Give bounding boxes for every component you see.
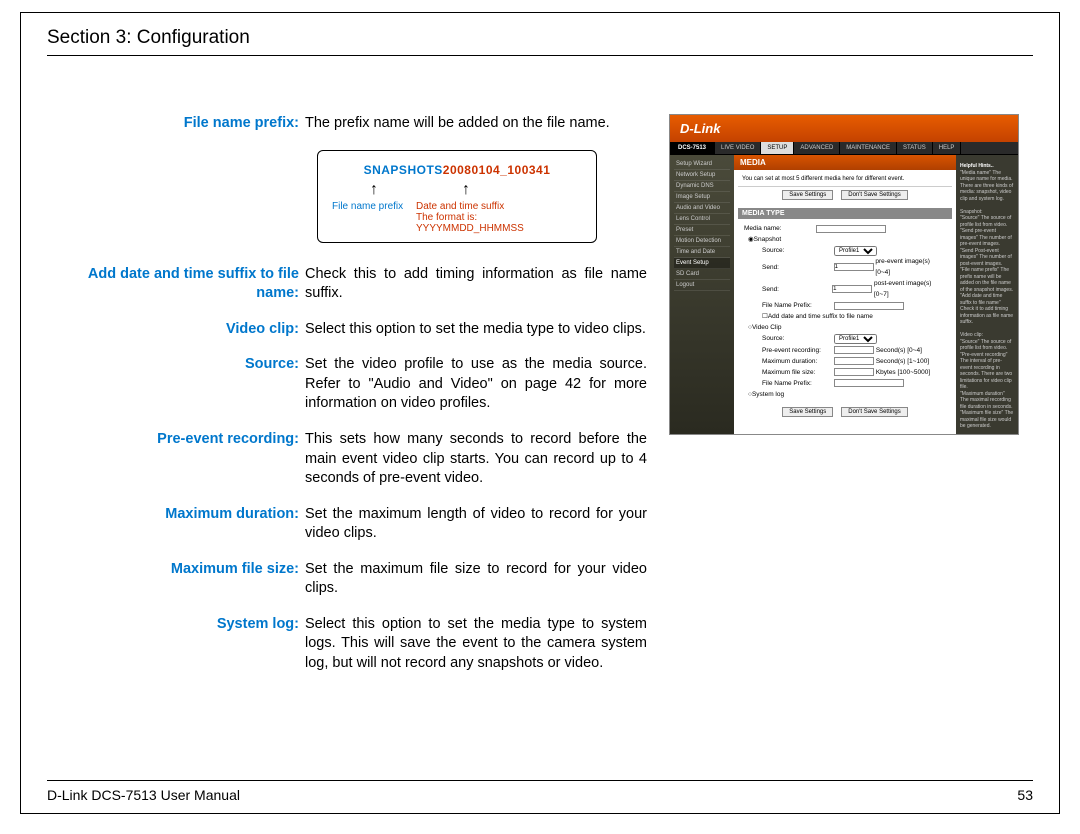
definitions-column: File name prefix: The prefix name will b… — [47, 114, 647, 690]
mock-maxdur-input — [834, 357, 874, 365]
mock-send-pre-hint: pre-event image(s) [0~4] — [875, 256, 946, 278]
mock-side-item: Lens Control — [674, 214, 730, 225]
diagram-suffix-label: Date and time suffix — [416, 201, 582, 212]
mock-media-name-input — [816, 225, 886, 233]
term-max-filesize: Maximum file size: — [47, 560, 305, 599]
mock-maxdur-hint: Second(s) [1~100] — [876, 356, 929, 367]
mock-media-name-label: Media name: — [744, 223, 816, 234]
mock-tab: STATUS — [897, 142, 933, 154]
footer-left: D-Link DCS-7513 User Manual — [47, 787, 240, 803]
mock-prefix-label: File Name Prefix: — [762, 300, 834, 311]
mock-hints-panel: Helpful Hints.. "Media name" The unique … — [956, 155, 1018, 434]
mock-source2-select: Profile1 — [834, 334, 877, 344]
desc-file-name-prefix: The prefix name will be added on the fil… — [305, 114, 647, 134]
mock-save-button: Save Settings — [782, 190, 833, 200]
mock-side-item: Logout — [674, 280, 730, 291]
diagram-datetime-text: 20080104_100341 — [443, 163, 551, 177]
mock-source-label: Source: — [762, 245, 834, 256]
mock-source2-label: Source: — [762, 333, 834, 344]
mock-tab-active: SETUP — [761, 142, 794, 154]
mock-prefix2-label: File Name Prefix: — [762, 378, 834, 389]
diagram-format-label: The format is: YYYYMMDD_HHMMSS — [332, 212, 582, 234]
mock-save-button2: Save Settings — [782, 407, 833, 417]
mock-brand: D-Link — [670, 115, 1018, 142]
mock-maxfs-label: Maximum file size: — [762, 367, 834, 378]
footer-page-number: 53 — [1017, 787, 1033, 803]
mock-send-post-label: Send: — [762, 284, 832, 295]
term-source: Source: — [47, 355, 305, 414]
mock-send-pre-label: Send: — [762, 262, 834, 273]
mock-side-item: Network Setup — [674, 170, 730, 181]
mock-prefix2-input — [834, 379, 904, 387]
mock-tab: ADVANCED — [794, 142, 840, 154]
mock-side-item: Image Setup — [674, 192, 730, 203]
diagram-prefix-label: File name prefix — [332, 201, 416, 212]
filename-diagram: SNAPSHOTS20080104_100341 ↑↑ File name pr… — [317, 150, 597, 243]
mock-maxdur-label: Maximum duration: — [762, 356, 834, 367]
mock-hints-body: "Media name" The unique name for media. … — [960, 170, 1014, 430]
mock-side-item-selected: Event Setup — [674, 258, 730, 269]
term-video-clip: Video clip: — [47, 320, 305, 340]
mock-maxfs-input — [834, 368, 874, 376]
mock-prerec-label: Pre-event recording: — [762, 345, 834, 356]
mock-send-post-input — [832, 285, 872, 293]
desc-video-clip: Select this option to set the media type… — [305, 320, 647, 340]
desc-system-log: Select this option to set the media type… — [305, 615, 647, 674]
diagram-prefix-text: SNAPSHOTS — [364, 163, 443, 177]
screenshot-mock: D-Link DCS-7513 LIVE VIDEO SETUP ADVANCE… — [669, 114, 1019, 435]
term-add-datetime: Add date and time suffix to file name: — [47, 265, 305, 304]
mock-product: DCS-7513 — [670, 142, 715, 154]
mock-dont-save-button: Don't Save Settings — [841, 190, 908, 200]
mock-side-item: Motion Detection — [674, 236, 730, 247]
mock-side-item: Time and Date — [674, 247, 730, 258]
mock-send-post-hint: post-event image(s) [0~7] — [874, 278, 946, 300]
mock-send-pre-input — [834, 263, 874, 271]
desc-max-duration: Set the maximum length of video to recor… — [305, 505, 647, 544]
mock-dont-save-button2: Don't Save Settings — [841, 407, 908, 417]
mock-side-item: Dynamic DNS — [674, 181, 730, 192]
arrow-up-icon: ↑ — [416, 181, 516, 199]
desc-max-filesize: Set the maximum file size to record for … — [305, 560, 647, 599]
mock-side-item: SD Card — [674, 269, 730, 280]
term-max-duration: Maximum duration: — [47, 505, 305, 544]
mock-prefix-input — [834, 302, 904, 310]
mock-opt-snapshot: Snapshot — [754, 234, 781, 245]
mock-opt-videoclip: Video Clip — [752, 322, 782, 333]
mock-note: You can set at most 5 different media he… — [738, 173, 952, 187]
mock-sidebar: Setup Wizard Network Setup Dynamic DNS I… — [670, 155, 734, 434]
mock-side-item: Setup Wizard — [674, 159, 730, 170]
arrow-up-icon: ↑ — [332, 181, 416, 199]
term-pre-event: Pre-event recording: — [47, 430, 305, 489]
term-system-log: System log: — [47, 615, 305, 674]
mock-tab: MAINTENANCE — [840, 142, 897, 154]
desc-add-datetime: Check this to add timing information as … — [305, 265, 647, 304]
mock-chk-datetime: Add date and time suffix to file name — [768, 311, 873, 322]
section-header: Section 3: Configuration — [47, 27, 1033, 56]
mock-prerec-hint: Second(s) [0~4] — [876, 345, 922, 356]
mock-source-select: Profile1 — [834, 246, 877, 256]
mock-tabs: DCS-7513 LIVE VIDEO SETUP ADVANCED MAINT… — [670, 142, 1018, 155]
mock-prerec-input — [834, 346, 874, 354]
mock-tab: LIVE VIDEO — [715, 142, 761, 154]
mock-panel-title: MEDIA TYPE — [738, 208, 952, 219]
mock-side-item: Preset — [674, 225, 730, 236]
mock-tab: HELP — [933, 142, 962, 154]
mock-maxfs-hint: Kbytes [100~5000] — [876, 367, 930, 378]
desc-pre-event: This sets how many seconds to record bef… — [305, 430, 647, 489]
mock-opt-syslog: System log — [752, 389, 784, 400]
desc-source: Set the video profile to use as the medi… — [305, 355, 647, 414]
mock-title: MEDIA — [734, 155, 956, 170]
mock-side-item: Audio and Video — [674, 203, 730, 214]
term-file-name-prefix: File name prefix: — [47, 114, 305, 134]
